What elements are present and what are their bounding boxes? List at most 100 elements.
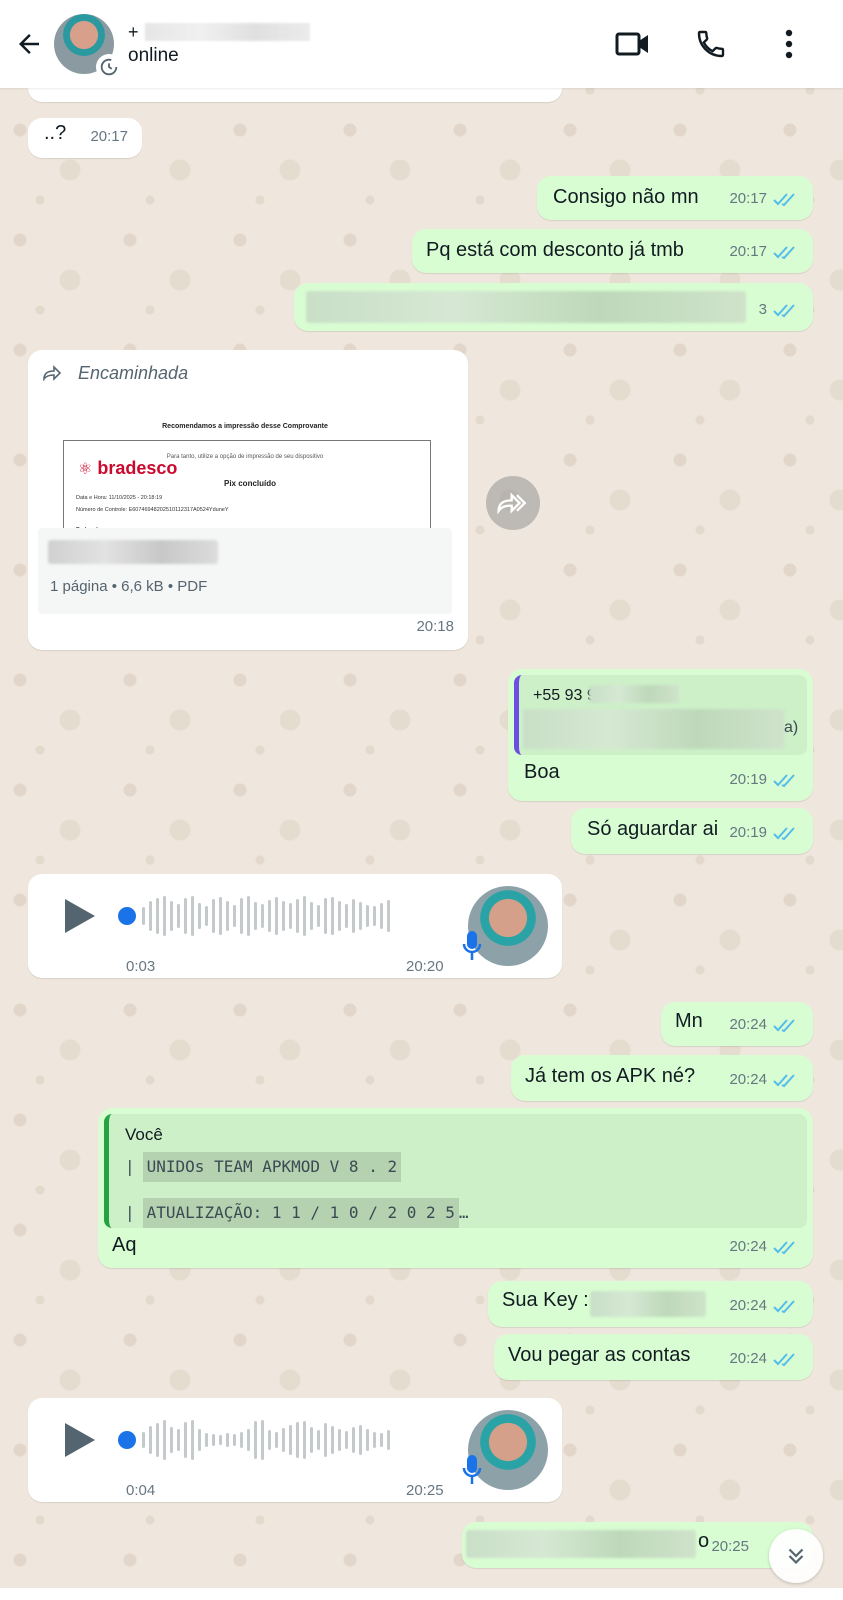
waveform-bar	[324, 1423, 327, 1457]
play-icon[interactable]	[60, 1420, 100, 1460]
redacted-text	[466, 1530, 696, 1558]
voice-progress-knob[interactable]	[118, 1431, 136, 1449]
waveform-bar	[247, 1429, 250, 1451]
waveform-bar	[296, 899, 299, 933]
message-bubble-outgoing[interactable]: Pq está com desconto já tmb 20:17	[412, 229, 813, 273]
waveform-bar	[352, 899, 355, 933]
waveform-bar	[226, 1433, 229, 1447]
quote-line: ATUALIZAÇÃO: 1 1 / 1 0 / 2 0 2 5	[142, 1198, 459, 1228]
waveform-bar	[373, 906, 376, 926]
forward-icon	[497, 492, 527, 514]
message-bubble-outgoing-reply[interactable]: +55 93 9 a) Boa 20:19	[508, 669, 813, 801]
waveform-bar	[226, 901, 229, 931]
double-check-icon	[773, 1074, 795, 1088]
waveform-bar	[345, 904, 348, 928]
message-bubble-outgoing[interactable]: Já tem os APK né? 20:24	[511, 1055, 813, 1101]
message-time: 20:20	[406, 958, 444, 975]
message-bubble-outgoing-reply[interactable]: Você | UNIDOs TEAM APKMOD V 8 . 2 | ATUA…	[98, 1108, 813, 1268]
quote-line: UNIDOs TEAM APKMOD V 8 . 2	[142, 1152, 402, 1182]
voice-progress-knob[interactable]	[118, 907, 136, 925]
message-time: 20:19	[729, 824, 767, 841]
waveform-bar	[261, 1420, 264, 1460]
message-text: Já tem os APK né?	[525, 1065, 696, 1087]
double-check-icon	[773, 1241, 795, 1255]
waveform-bar	[359, 1425, 362, 1455]
quote-tail: a)	[784, 719, 799, 736]
message-text: Boa	[524, 761, 560, 783]
waveform-bar	[219, 1435, 222, 1445]
message-time: 20:19	[729, 771, 767, 788]
waveform-bar	[310, 1427, 313, 1453]
waveform-bar	[170, 1427, 173, 1453]
waveform-bar	[233, 1434, 236, 1446]
pdf-header: Recomendamos a impressão desse Comprovan…	[162, 423, 328, 430]
message-bubble-outgoing[interactable]: o 20:25	[462, 1522, 813, 1568]
voice-message[interactable]: 0:03 20:20	[28, 874, 562, 978]
voice-duration: 0:04	[126, 1482, 156, 1499]
message-time: 20:24	[729, 1238, 767, 1255]
contact-avatar[interactable]	[54, 14, 122, 80]
document-message[interactable]: Encaminhada Recomendamos a impressão des…	[28, 350, 468, 650]
waveform-bar	[212, 899, 215, 933]
voice-waveform[interactable]	[142, 1420, 390, 1460]
contact-name: +	[128, 21, 310, 43]
redacted-text	[306, 291, 746, 323]
message-bubble-outgoing[interactable]: Mn 20:24	[661, 1002, 813, 1046]
waveform-bar	[198, 903, 201, 929]
waveform-bar	[247, 896, 250, 936]
waveform-bar	[380, 1433, 383, 1447]
chat-header: + online	[0, 0, 843, 88]
waveform-bar	[331, 897, 334, 935]
waveform-bar	[205, 1433, 208, 1447]
message-time: 20:17	[90, 128, 128, 145]
back-arrow-icon[interactable]	[4, 14, 54, 74]
message-text: Aq	[112, 1234, 137, 1256]
message-time: 20:24	[729, 1297, 767, 1314]
message-text: Só aguardar ai	[587, 818, 719, 840]
waveform-bar	[275, 1432, 278, 1448]
message-time: 3	[758, 301, 767, 318]
voice-waveform[interactable]	[142, 896, 390, 936]
phone-icon[interactable]	[693, 26, 729, 62]
waveform-bar	[142, 1432, 145, 1448]
waveform-bar	[205, 906, 208, 926]
quoted-message[interactable]: +55 93 9 a)	[514, 675, 807, 755]
double-check-icon	[773, 827, 795, 841]
message-time: 20:24	[729, 1350, 767, 1367]
waveform-bar	[366, 1429, 369, 1451]
voice-message[interactable]: 0:04 20:25	[28, 1398, 562, 1502]
waveform-bar	[296, 1422, 299, 1458]
quoted-message[interactable]: Você | UNIDOs TEAM APKMOD V 8 . 2 | ATUA…	[104, 1114, 807, 1228]
message-bubble-outgoing[interactable]: 3	[294, 283, 813, 331]
video-call-icon[interactable]	[615, 26, 651, 62]
message-bubble-outgoing[interactable]: Sua Key : 20:24	[488, 1281, 813, 1327]
message-bubble-outgoing[interactable]: Vou pegar as contas 20:24	[494, 1334, 813, 1380]
waveform-bar	[198, 1429, 201, 1451]
waveform-bar	[177, 1429, 180, 1451]
message-text: Consigo não mn	[553, 186, 699, 208]
mic-icon	[462, 931, 482, 960]
message-bubble-outgoing[interactable]: Consigo não mn 20:17	[537, 176, 813, 220]
message-bubble-outgoing[interactable]: Só aguardar ai 20:19	[571, 808, 813, 854]
waveform-bar	[156, 1423, 159, 1457]
forward-button[interactable]	[486, 476, 540, 530]
waveform-bar	[338, 901, 341, 931]
message-bubble-incoming[interactable]: ..? 20:17	[28, 118, 142, 158]
bradesco-logo: ⚛ bradesco	[78, 458, 178, 478]
pdf-status: Pix concluído	[224, 479, 277, 488]
message-text: Vou pegar as contas	[508, 1344, 691, 1366]
mic-icon	[462, 1455, 482, 1484]
more-options-icon[interactable]	[771, 26, 807, 62]
waveform-bar	[359, 902, 362, 930]
waveform-bar	[240, 898, 243, 934]
scroll-down-icon[interactable]	[769, 1529, 823, 1583]
message-time: 20:24	[729, 1071, 767, 1088]
double-check-icon	[773, 1300, 795, 1314]
waveform-bar	[268, 1430, 271, 1450]
play-icon[interactable]	[60, 896, 100, 936]
contact-info[interactable]: + online	[128, 21, 310, 67]
voice-duration: 0:03	[126, 958, 156, 975]
waveform-bar	[366, 905, 369, 927]
redacted-filename	[48, 540, 218, 564]
message-time: 20:17	[729, 190, 767, 207]
